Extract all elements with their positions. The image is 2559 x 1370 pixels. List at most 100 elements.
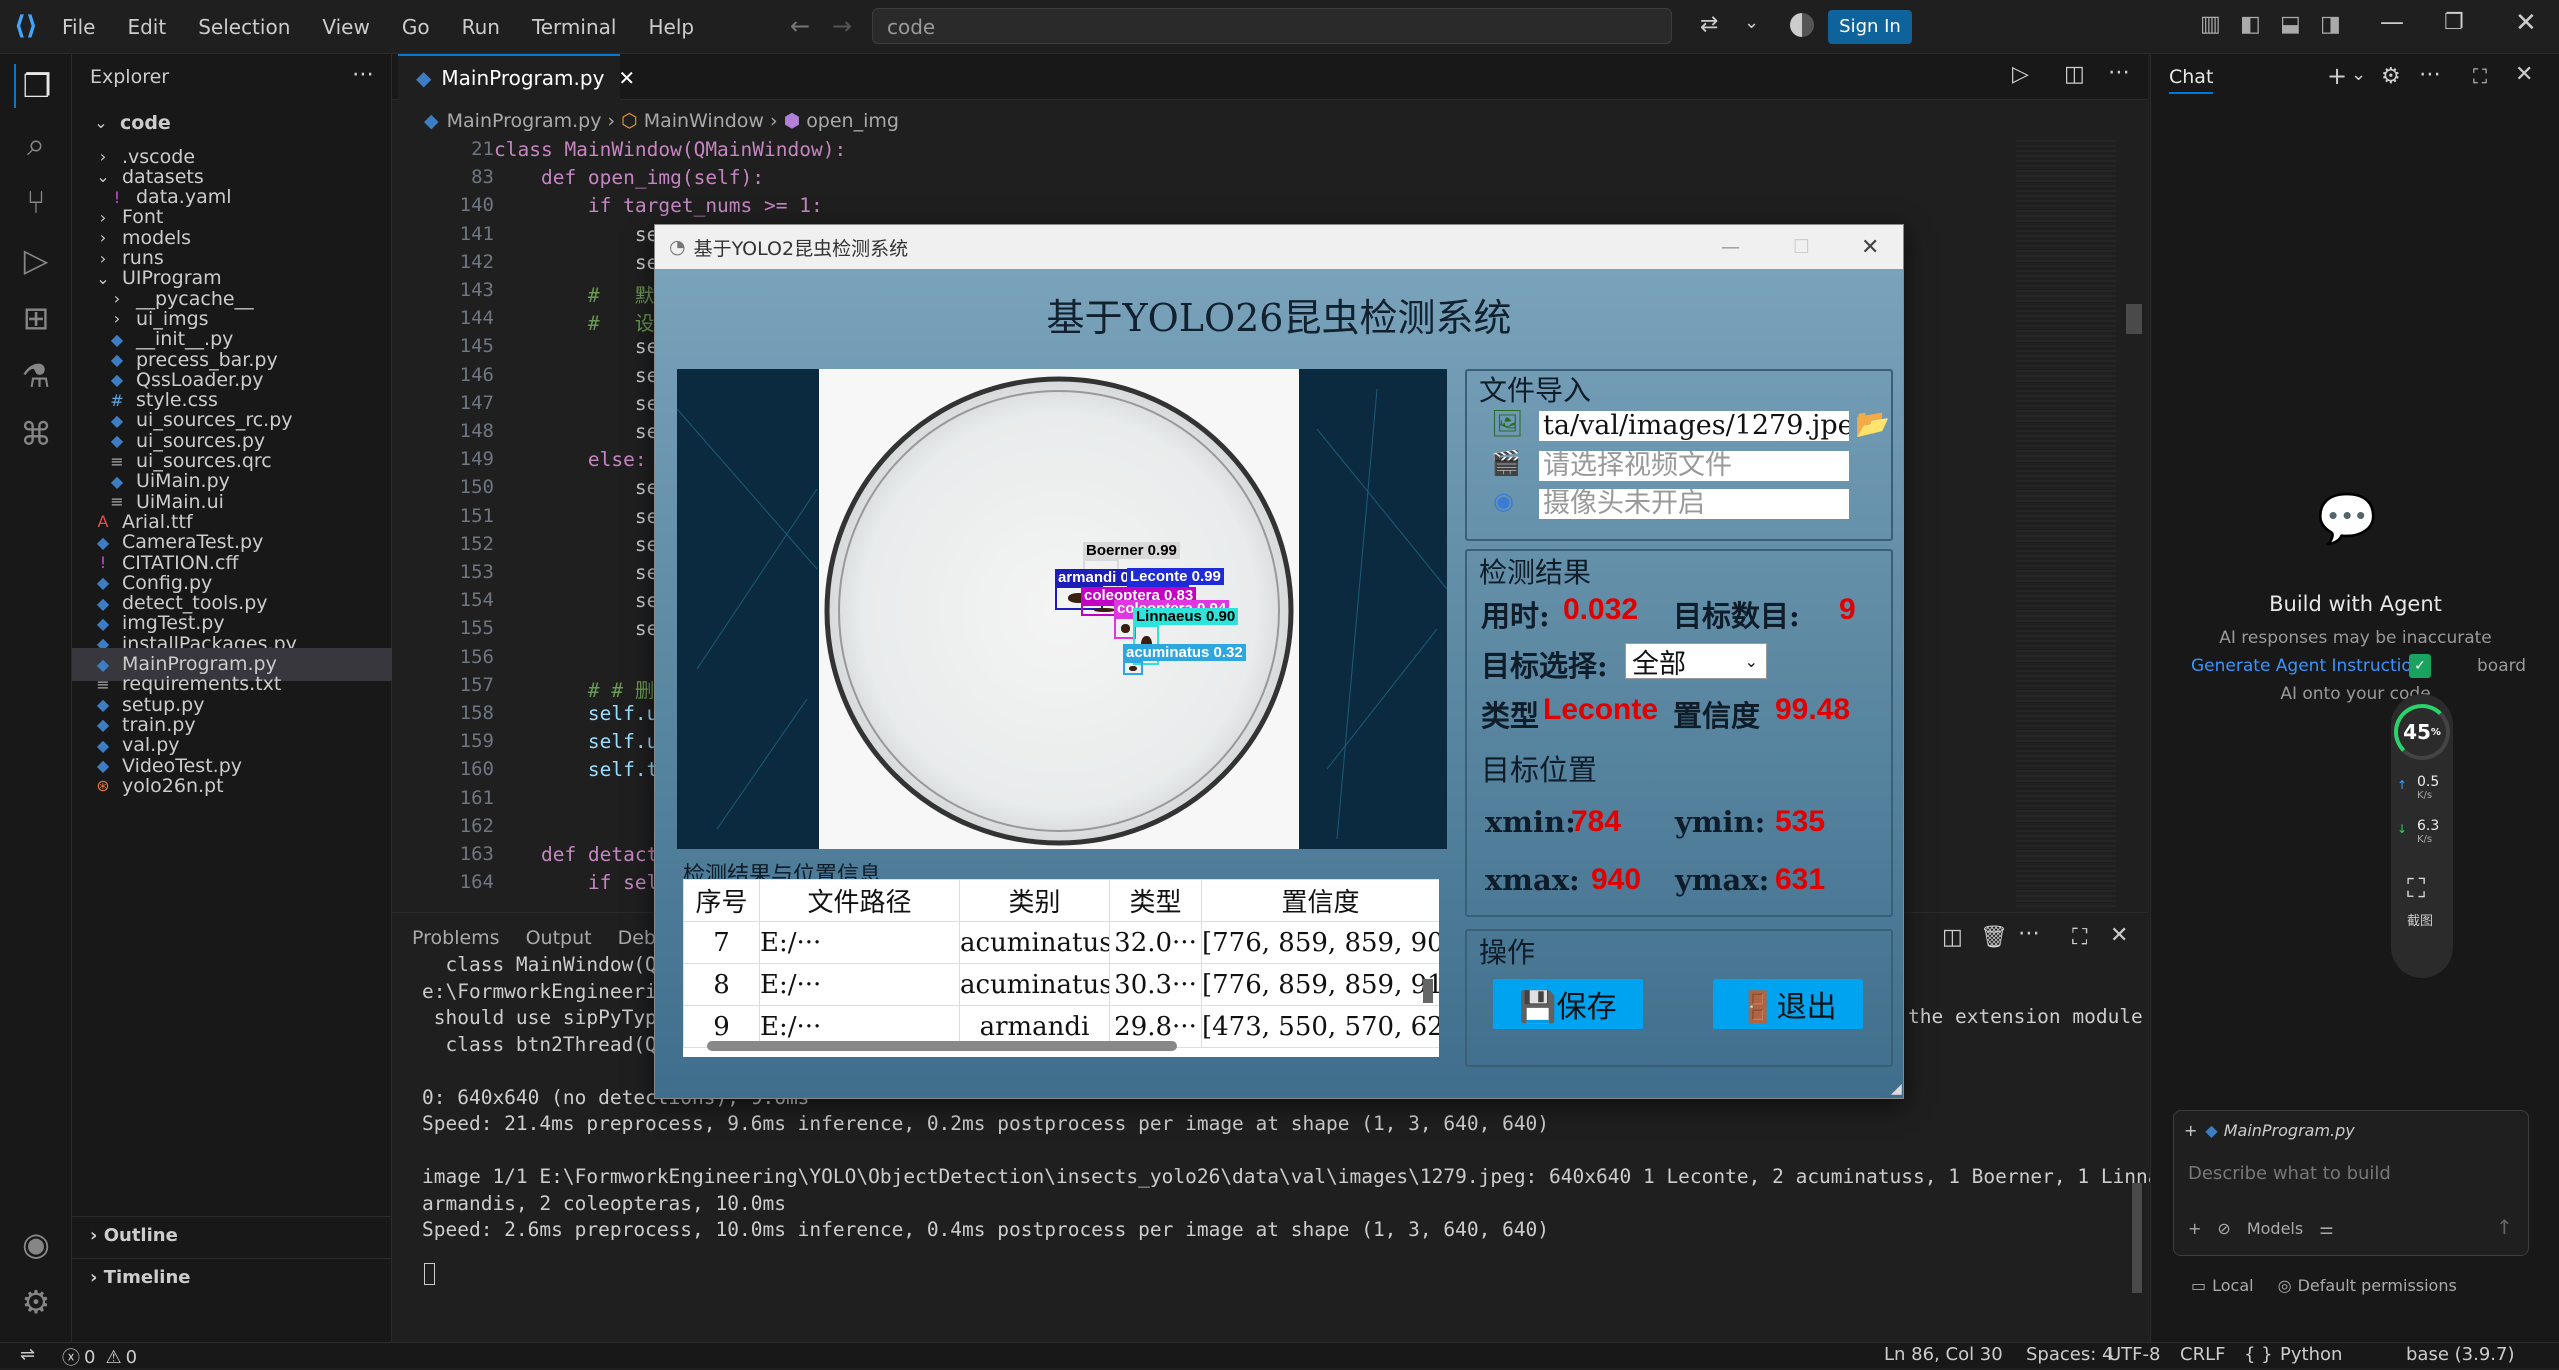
code-line[interactable]: class MainWindow(QMainWindow): [494,138,846,161]
more-actions-icon[interactable]: ⋯ [2108,60,2130,85]
menu-go[interactable]: Go [402,15,430,39]
table-header[interactable]: 类别 [959,879,1110,922]
toggle-secondary-sidebar-icon[interactable]: ◨ [2320,12,2341,37]
models-picker[interactable]: Models [2247,1219,2303,1238]
menu-help[interactable]: Help [648,15,694,39]
breadcrumb-file[interactable]: MainProgram.py [447,110,602,132]
menu-selection[interactable]: Selection [198,15,290,39]
command-center-search[interactable]: code [872,8,1672,44]
target-select-dropdown[interactable]: 全部 ⌄ [1625,643,1767,680]
tools-icon[interactable]: ⚌ [2319,1219,2333,1238]
open-folder-icon[interactable]: 📂 [1855,407,1890,440]
menu-view[interactable]: View [322,15,369,39]
maximize-panel-icon[interactable]: ◫ [1942,925,1963,950]
layout-customize-icon[interactable]: ▥ [2200,12,2221,37]
editor-scrollbar[interactable] [2126,304,2142,334]
code-line[interactable]: se [494,476,659,499]
app-close-icon[interactable]: ✕ [1861,235,1879,260]
resize-grip-icon[interactable]: ◢ [1891,1081,1902,1097]
table-header[interactable]: 文件路径 [759,879,960,922]
close-window-icon[interactable]: ✕ [2515,8,2537,38]
minimize-icon[interactable]: — [2380,8,2404,36]
table-hscrollbar[interactable] [707,1041,1177,1051]
back-arrow-icon[interactable]: ← [790,12,810,40]
code-line[interactable]: se [494,617,659,640]
python-icon[interactable]: ⌘ [14,412,58,456]
code-line[interactable]: se [494,505,659,528]
code-line[interactable]: def detact [494,843,658,866]
copilot-icon[interactable]: ⇄ [1700,12,1718,37]
menu-file[interactable]: File [62,15,95,39]
code-line[interactable]: # 设 [494,307,654,336]
account-half-icon[interactable] [1790,13,1814,37]
code-line[interactable]: se [494,533,659,556]
chevron-down-icon[interactable]: ⌄ [2351,64,2366,85]
code-line[interactable]: self.t [494,758,658,781]
mode-icon[interactable]: ⊘ [2217,1219,2230,1238]
permissions-label[interactable]: Default permissions [2298,1276,2457,1295]
video-path-field[interactable]: 请选择视频文件 [1539,451,1849,481]
code-line[interactable]: se [494,392,659,415]
remote-icon[interactable]: ⇌ [20,1344,35,1365]
python-env[interactable]: base (3.9.7) [2406,1344,2514,1365]
menu-run[interactable]: Run [462,15,500,39]
explorer-icon[interactable]: ❐ [14,64,58,108]
maximize-chat-icon[interactable]: ⛶ [2473,64,2487,88]
image-file-icon[interactable]: 🖼 [1491,409,1524,439]
add-context-icon[interactable]: + [2184,1121,2197,1140]
terminal-cursor[interactable] [424,1263,435,1285]
code-line[interactable]: se [494,251,659,274]
chat-title[interactable]: Chat [2169,66,2214,94]
code-line[interactable]: if sel [494,871,658,894]
language-mode[interactable]: Python [2280,1344,2342,1365]
terminal-scrollbar[interactable] [2132,1183,2142,1293]
code-line[interactable]: se [494,364,659,387]
menu-edit[interactable]: Edit [127,15,166,39]
table-header[interactable]: 序号 [683,879,760,922]
network-monitor-widget[interactable]: 45% ↑ 0.5 K/s ↓ 6.3 K/s ⛶ 截图 [2391,694,2453,978]
settings-gear-icon[interactable]: ⚙ [14,1280,58,1324]
chevron-down-icon[interactable]: ⌄ [1744,12,1759,33]
table-row[interactable]: 8 E:/··· acuminatus 30.3··· [776, 859, 859, … [683,963,1439,1006]
more-actions-icon[interactable]: ⋯ [2419,62,2441,87]
forward-arrow-icon[interactable]: → [832,12,852,40]
attach-icon[interactable]: + [2188,1219,2201,1238]
search-icon[interactable]: ⌕ [14,122,58,166]
tab-output[interactable]: Output [526,927,592,949]
camera-status-field[interactable]: 摄像头未开启 [1539,489,1849,519]
code-line[interactable]: # # 删 [494,674,654,703]
image-path-field[interactable]: ta/val/images/1279.jpeg [1539,411,1849,441]
save-button[interactable]: 💾保存 [1493,979,1643,1029]
table-row[interactable]: 7 E:/··· acuminatus 32.0··· [776, 859, 859, … [683,921,1439,964]
code-line[interactable]: self.u [494,730,658,753]
more-actions-icon[interactable]: ⋯ [2018,921,2040,946]
camera-icon[interactable]: ◉ [1493,487,1514,515]
outline-section[interactable]: › Outline [72,1216,392,1252]
agent-instructions-link[interactable]: Generate Agent Instructio [2191,656,2412,676]
code-line[interactable]: if target_nums >= 1: [494,194,823,217]
sign-in-button[interactable]: Sign In [1828,10,1912,44]
code-line[interactable]: se [494,335,659,358]
breadcrumb-method[interactable]: open_img [806,110,899,132]
code-line[interactable]: else: [494,448,647,471]
screenshot-icon[interactable]: ⛶ [2407,874,2425,905]
code-line[interactable]: se [494,561,659,584]
chat-settings-icon[interactable]: ⚙ [2381,64,2401,89]
code-line[interactable]: self.u [494,702,658,725]
panel-maximize-icon[interactable]: ⛶ [2072,925,2087,950]
chat-prompt-input[interactable]: Describe what to build [2188,1163,2391,1184]
table-header[interactable]: 置信度 [1201,879,1439,922]
code-line[interactable]: se [494,420,659,443]
toggle-panel-icon[interactable]: ⬓ [2280,12,2301,37]
source-control-icon[interactable]: ⑂ [14,180,58,224]
tab-problems[interactable]: Problems [412,927,500,949]
trash-icon[interactable]: 🗑 [1980,925,2008,950]
close-panel-icon[interactable]: ✕ [2110,923,2128,948]
run-debug-icon[interactable]: ▷ [14,238,58,282]
toggle-sidebar-icon[interactable]: ◧ [2240,12,2261,37]
chat-input-box[interactable]: + ◆ MainProgram.py Describe what to buil… [2173,1110,2529,1256]
timeline-section[interactable]: › Timeline [72,1258,392,1294]
table-header[interactable]: 类型 [1109,879,1202,922]
breadcrumb-class[interactable]: MainWindow [644,110,764,132]
more-actions-icon[interactable]: ⋯ [352,62,374,87]
